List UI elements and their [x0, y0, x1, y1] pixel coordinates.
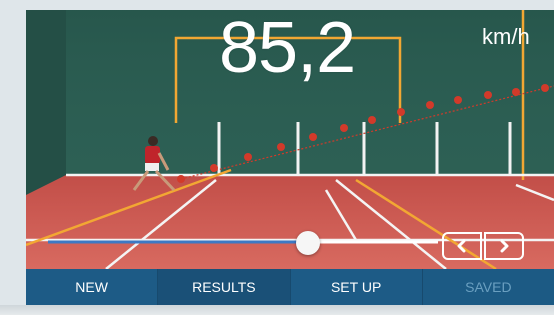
speed-readout: 85,2: [219, 10, 356, 88]
results-button[interactable]: RESULTS: [158, 269, 291, 305]
new-button[interactable]: NEW: [26, 269, 159, 305]
playback-slider-thumb[interactable]: [295, 231, 320, 255]
chevron-left-icon: [457, 239, 466, 253]
bottom-toolbar: NEW RESULTS SET UP SAVED: [26, 269, 554, 305]
video-view: 85,2 km/h NEW RESULTS SET UP SAVED: [26, 10, 554, 305]
setup-button[interactable]: SET UP: [290, 269, 423, 305]
previous-frame-button[interactable]: [442, 232, 482, 260]
speed-unit: km/h: [482, 24, 530, 49]
saved-button[interactable]: SAVED: [422, 269, 554, 305]
device-bottom-edge: [0, 305, 554, 315]
next-frame-button[interactable]: [484, 232, 524, 260]
chevron-right-icon: [500, 239, 509, 253]
